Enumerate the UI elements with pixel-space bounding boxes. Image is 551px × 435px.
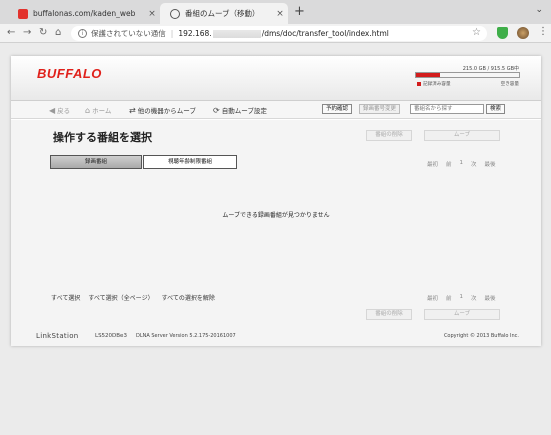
app-navbar: ◀ 戻る ⌂ ホーム ⇄ 他の機器からムーブ ⟳ 自動ムーブ設定 予約確認 録画… (11, 101, 541, 119)
browser-toolbar: ← → ↻ ⌂ i 保護されていない通信 | 192.168. /dms/doc… (0, 24, 551, 43)
info-icon[interactable]: i (78, 29, 87, 38)
page-viewport: BUFFALO 215.0 GB / 915.5 GB中 記録済み容量 空き容量… (0, 44, 551, 435)
free-legend-label: 空き容量 (500, 82, 519, 87)
tab-buffalonas[interactable]: buffalonas.com/kaden_web × (8, 3, 160, 24)
close-icon[interactable]: × (144, 9, 160, 19)
pager-first[interactable]: 最初 (427, 160, 438, 168)
home-icon[interactable]: ⌂ (55, 26, 61, 40)
nav-home-label: ホーム (92, 107, 112, 115)
close-icon[interactable]: × (272, 9, 288, 19)
search-button[interactable]: 検索 (486, 104, 506, 114)
capacity-text: 215.0 GB / 915.5 GB中 (462, 66, 519, 72)
house-icon: ⌂ (85, 105, 91, 115)
nav-auto-move[interactable]: ⟳ 自動ムーブ設定 (213, 105, 267, 116)
pager-page: 1 (459, 160, 464, 166)
buffalo-logo: BUFFALO (37, 66, 102, 81)
move-button[interactable]: ムーブ (424, 130, 500, 141)
change-record-number-button[interactable]: 録画番号変更 (359, 104, 401, 114)
app-panel: BUFFALO 215.0 GB / 915.5 GB中 記録済み容量 空き容量… (11, 56, 541, 346)
app-header: BUFFALO 215.0 GB / 915.5 GB中 記録済み容量 空き容量 (11, 56, 541, 101)
capacity-used-fill (416, 73, 441, 77)
nav-move-from-other[interactable]: ⇄ 他の機器からムーブ (129, 105, 196, 116)
copyright: Copyright © 2013 Buffalo Inc. (443, 333, 519, 339)
window-menu-icon[interactable]: ⌄ (535, 5, 543, 15)
nav-auto-move-label: 自動ムーブ設定 (221, 107, 267, 115)
forward-icon[interactable]: → (23, 26, 31, 40)
pager-last[interactable]: 最後 (485, 160, 496, 168)
url-host: 192.168. (178, 29, 212, 38)
tab-transfer-tool[interactable]: 番組のムーブ（移動） × (160, 3, 288, 24)
nav-back-label: 戻る (57, 107, 71, 115)
extension-shield-icon[interactable] (497, 27, 508, 39)
tab-recorded-programs[interactable]: 録画番組 (50, 155, 142, 169)
linkstation-logo: LinkStation (36, 332, 79, 340)
delete-program-button-bottom[interactable]: 番組の削除 (366, 309, 412, 320)
back-icon[interactable]: ← (7, 26, 15, 40)
nav-move-from-other-label: 他の機器からムーブ (137, 107, 196, 115)
back-arrow-icon: ◀ (49, 105, 56, 115)
used-color-swatch (417, 82, 421, 86)
empty-list-message: ムーブできる録画番組が見つかりません (222, 212, 330, 219)
security-label: 保護されていない通信 (91, 29, 166, 38)
redacted-address (212, 29, 261, 38)
pager-bottom: 最初 前 1 次 最後 (427, 294, 496, 302)
tab-title: buffalonas.com/kaden_web (33, 9, 136, 18)
tab-title: 番組のムーブ（移動） (185, 9, 260, 18)
new-tab-button[interactable]: + (294, 4, 305, 19)
program-search-input[interactable] (410, 104, 484, 114)
capacity-bar (415, 72, 520, 78)
browser-menu-icon[interactable]: ⋮ (538, 26, 548, 37)
delete-program-button[interactable]: 番組の削除 (366, 130, 412, 141)
profile-avatar[interactable] (517, 27, 529, 39)
pager-next[interactable]: 次 (471, 160, 477, 168)
pager-last[interactable]: 最後 (485, 294, 496, 302)
reload-icon[interactable]: ↻ (39, 26, 47, 40)
capacity-used-legend: 記録済み容量 (417, 81, 451, 87)
auto-move-icon: ⟳ (213, 105, 220, 115)
tab-age-restricted-programs[interactable]: 視聴年齢制限番組 (143, 155, 237, 169)
select-all-pages-link[interactable]: すべて選択（全ページ） (88, 293, 153, 302)
reservation-check-button[interactable]: 予約確認 (322, 104, 353, 114)
move-button-bottom[interactable]: ムーブ (424, 309, 500, 320)
url-path: /dms/doc/transfer_tool/index.html (261, 29, 389, 38)
clear-selection-link[interactable]: すべての選択を解除 (162, 293, 215, 302)
pager-top: 最初 前 1 次 最後 (427, 160, 496, 168)
server-version: DLNA Server Version 5.2.175-20161007 (136, 333, 236, 339)
buffalo-favicon-icon (18, 8, 28, 19)
pager-next[interactable]: 次 (471, 294, 477, 302)
pager-prev[interactable]: 前 (446, 294, 452, 302)
pager-page: 1 (459, 294, 464, 300)
bookmark-star-icon[interactable]: ☆ (472, 27, 481, 38)
address-separator: | (170, 29, 174, 38)
app-footer: LinkStation LS520DBe3 DLNA Server Versio… (11, 320, 541, 346)
select-all-link[interactable]: すべて選択 (51, 293, 80, 302)
browser-tab-strip: buffalonas.com/kaden_web × 番組のムーブ（移動） × … (0, 0, 551, 24)
address-bar[interactable]: i 保護されていない通信 | 192.168. /dms/doc/transfe… (71, 26, 487, 41)
nav-back[interactable]: ◀ 戻る (49, 105, 71, 116)
page-title: 操作する番組を選択 (53, 131, 152, 144)
used-legend-label: 記録済み容量 (423, 82, 451, 87)
device-model: LS520DBe3 (95, 333, 127, 339)
pager-first[interactable]: 最初 (427, 294, 438, 302)
pager-prev[interactable]: 前 (446, 160, 452, 168)
globe-favicon-icon (170, 8, 180, 19)
bulk-select-links: すべて選択 すべて選択（全ページ） すべての選択を解除 (51, 293, 215, 302)
nav-home[interactable]: ⌂ ホーム (85, 105, 112, 116)
main-content: 操作する番組を選択 番組の削除 ムーブ 録画番組 視聴年齢制限番組 最初 前 1… (11, 120, 541, 320)
transfer-icon: ⇄ (129, 105, 136, 115)
